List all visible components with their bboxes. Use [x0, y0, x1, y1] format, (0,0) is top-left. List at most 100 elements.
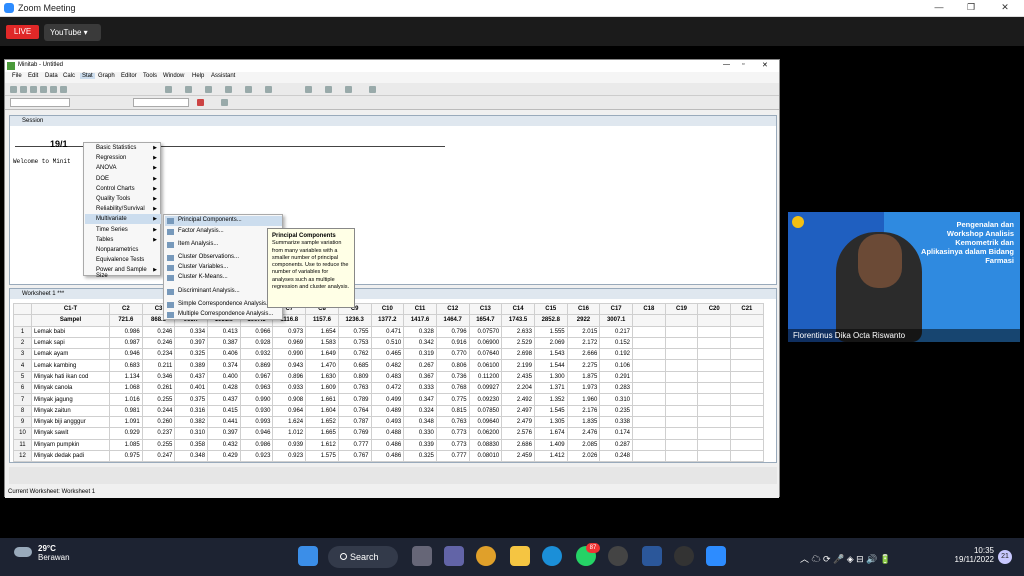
table-cell[interactable]: 0.382 — [174, 415, 209, 429]
table-cell[interactable]: C2 — [109, 302, 143, 316]
table-cell[interactable]: 1.371 — [533, 382, 568, 395]
table-cell[interactable]: C15 — [533, 302, 568, 316]
table-cell[interactable]: 0.773 — [435, 427, 470, 440]
toolbar-icon-d[interactable] — [225, 86, 232, 93]
table-cell[interactable]: 0.789 — [337, 393, 372, 406]
tray-icons[interactable]: ︿ ☁ ⟳ 🎤 ◈ ⊟ 🔊 🔋 — [800, 552, 891, 565]
table-cell[interactable]: 0.334 — [174, 325, 209, 338]
word-icon[interactable] — [642, 546, 662, 566]
table-cell[interactable] — [13, 302, 32, 316]
menu-tools[interactable]: Tools — [143, 73, 157, 79]
table-cell[interactable]: 0.07640 — [468, 348, 503, 361]
table-cell[interactable]: 0.260 — [141, 415, 176, 429]
table-cell[interactable]: 1.665 — [305, 427, 339, 440]
table-cell[interactable]: 1417.6 — [403, 314, 437, 327]
toolbar-icon-a[interactable] — [165, 86, 172, 93]
table-cell[interactable]: 2.275 — [566, 359, 601, 372]
table-cell[interactable]: 0.767 — [337, 449, 372, 463]
toolbar-icon-e[interactable] — [245, 86, 252, 93]
table-cell[interactable] — [632, 404, 666, 417]
table-cell[interactable]: 0.338 — [599, 415, 633, 429]
toolbar-icon-b[interactable] — [185, 86, 192, 93]
stat-menu-item[interactable]: Tables — [96, 237, 113, 243]
explorer-icon[interactable] — [510, 546, 530, 566]
table-cell[interactable]: 0.428 — [207, 382, 241, 395]
clock[interactable]: 10:35 19/11/2022 — [940, 546, 994, 564]
table-cell[interactable]: 0.990 — [239, 393, 274, 406]
table-cell[interactable]: Minyak dedak padi — [31, 449, 110, 463]
close-button[interactable]: ✕ — [998, 2, 1012, 14]
table-cell[interactable]: 0.933 — [272, 382, 307, 395]
table-cell[interactable]: Minyak hati ikan cod — [31, 370, 110, 384]
table-cell[interactable] — [632, 449, 666, 463]
table-cell[interactable]: 0.400 — [207, 370, 241, 384]
table-cell[interactable]: C21 — [730, 302, 764, 316]
table-cell[interactable]: 0.397 — [174, 336, 209, 350]
table-cell[interactable] — [730, 370, 764, 384]
data-grid[interactable]: C1-TC2C3C4C5C6C7C8C9C10C11C12C13C14C15C1… — [13, 302, 764, 463]
stat-menu-item[interactable]: Time Series — [96, 227, 128, 233]
menu-calc[interactable]: Calc — [63, 73, 75, 79]
table-cell[interactable]: 0.755 — [337, 325, 372, 338]
weather-widget[interactable]: 29°C Berawan — [12, 544, 70, 562]
table-cell[interactable]: 1.300 — [533, 370, 568, 384]
table-cell[interactable]: 1.352 — [533, 393, 568, 406]
table-cell[interactable] — [664, 393, 699, 406]
stat-menu-item[interactable]: Basic Statistics — [96, 145, 136, 151]
table-cell[interactable]: 0.348 — [174, 449, 209, 463]
table-cell[interactable]: 0.246 — [141, 336, 176, 350]
table-cell[interactable]: 0.08830 — [468, 438, 503, 451]
table-cell[interactable] — [664, 325, 699, 338]
table-cell[interactable] — [632, 348, 666, 361]
table-cell[interactable]: 1.470 — [305, 359, 339, 372]
table-cell[interactable]: 0.923 — [272, 449, 307, 463]
table-cell[interactable] — [697, 438, 732, 451]
table-cell[interactable]: 0.08010 — [468, 449, 503, 463]
table-cell[interactable] — [697, 325, 732, 338]
table-cell[interactable] — [632, 427, 666, 440]
table-cell[interactable]: 5 — [13, 370, 32, 384]
table-cell[interactable]: 0.928 — [239, 336, 274, 350]
table-cell[interactable]: 2.476 — [566, 427, 601, 440]
table-cell[interactable]: 1.134 — [109, 370, 143, 384]
table-cell[interactable]: 0.986 — [239, 438, 274, 451]
table-cell[interactable]: 0.981 — [109, 404, 143, 417]
table-cell[interactable] — [632, 393, 666, 406]
table-cell[interactable]: 0.152 — [599, 336, 633, 350]
table-cell[interactable] — [697, 336, 732, 350]
table-cell[interactable]: 0.333 — [403, 382, 437, 395]
table-cell[interactable] — [730, 314, 764, 327]
table-cell[interactable]: 1.835 — [566, 415, 601, 429]
table-cell[interactable]: 0.325 — [174, 348, 209, 361]
search-button[interactable]: Search — [328, 546, 398, 568]
table-cell[interactable]: Lemak ayam — [31, 348, 110, 361]
table-cell[interactable] — [664, 336, 699, 350]
table-cell[interactable]: 0.923 — [239, 449, 274, 463]
delete-icon[interactable] — [197, 99, 204, 106]
table-cell[interactable]: C1-T — [31, 302, 110, 316]
table-cell[interactable]: 1.409 — [533, 438, 568, 451]
table-cell[interactable]: 0.769 — [337, 427, 372, 440]
table-cell[interactable]: Lemak sapi — [31, 336, 110, 350]
menu-assistant[interactable]: Assistant — [211, 73, 235, 79]
table-cell[interactable]: 0.237 — [141, 427, 176, 440]
table-cell[interactable]: 1.412 — [533, 449, 568, 463]
table-cell[interactable]: 4 — [13, 359, 32, 372]
table-cell[interactable]: Minyak sawit — [31, 427, 110, 440]
table-cell[interactable] — [664, 449, 699, 463]
table-cell[interactable]: 0.990 — [272, 348, 307, 361]
menu-file[interactable]: File — [12, 73, 22, 79]
table-cell[interactable]: 2.085 — [566, 438, 601, 451]
table-cell[interactable]: 0.768 — [435, 382, 470, 395]
table-cell[interactable] — [697, 314, 732, 327]
table-cell[interactable]: 0.429 — [207, 449, 241, 463]
table-cell[interactable] — [697, 393, 732, 406]
table-cell[interactable]: 12 — [13, 449, 32, 463]
table-cell[interactable] — [697, 348, 732, 361]
table-cell[interactable]: 1.068 — [109, 382, 143, 395]
table-cell[interactable]: 1.654 — [305, 325, 339, 338]
table-cell[interactable]: C12 — [435, 302, 470, 316]
table-cell[interactable]: 3 — [13, 348, 32, 361]
command-field[interactable] — [10, 98, 70, 107]
table-cell[interactable]: 1.875 — [566, 370, 601, 384]
